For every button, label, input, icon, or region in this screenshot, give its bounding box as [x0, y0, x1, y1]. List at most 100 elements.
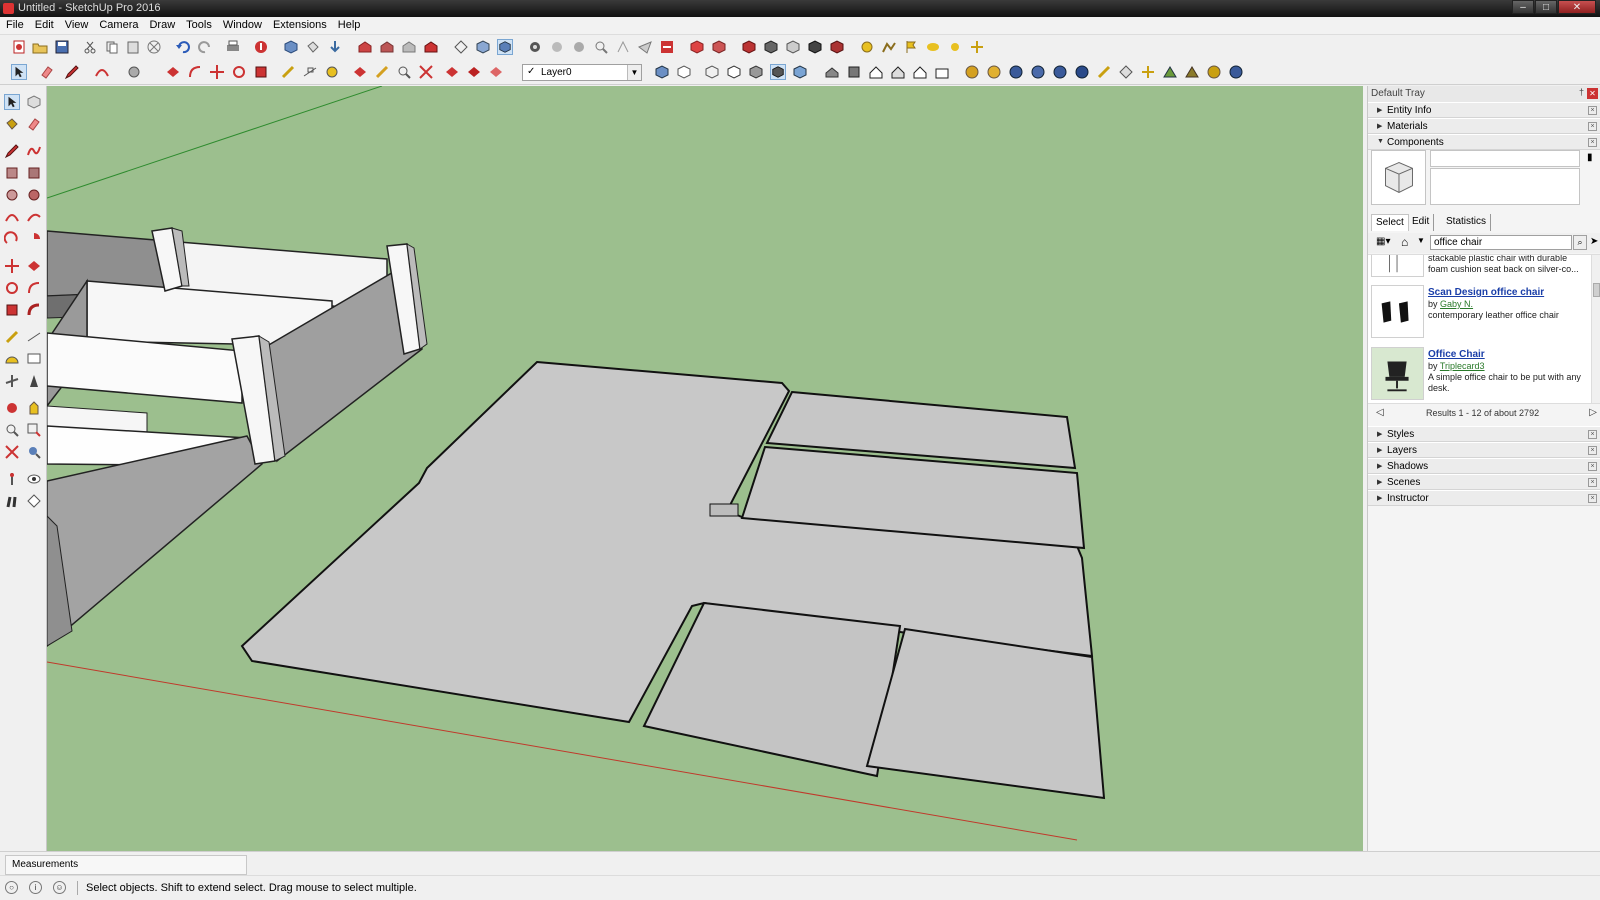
follow-me-tool-icon[interactable]	[26, 280, 42, 296]
zoom-extents-tool-icon[interactable]	[4, 444, 20, 460]
plugin-c-icon[interactable]	[1008, 64, 1024, 80]
zoom-window-icon[interactable]	[396, 64, 412, 80]
photo-texture-icon[interactable]	[925, 39, 941, 55]
plugin-f-icon[interactable]	[1074, 64, 1090, 80]
iso-view-icon[interactable]	[453, 39, 469, 55]
component-search-input[interactable]: office chair	[1430, 235, 1572, 250]
layer-dropdown[interactable]: ✓ Layer0 ▼	[522, 64, 642, 81]
select-tool-icon[interactable]	[4, 94, 20, 110]
scale-tool-icon[interactable]	[4, 302, 20, 318]
results-scrollbar[interactable]	[1591, 255, 1600, 403]
terrain-icon[interactable]	[881, 39, 897, 55]
shaded-icon[interactable]	[785, 39, 801, 55]
view-left-icon[interactable]	[934, 64, 950, 80]
maximize-button[interactable]: □	[1535, 0, 1557, 14]
dimension-icon[interactable]	[302, 64, 318, 80]
home-icon[interactable]: ⌂	[1401, 235, 1408, 249]
tape-measure-icon[interactable]	[280, 64, 296, 80]
plugin-k-icon[interactable]	[1184, 64, 1200, 80]
style-xray-icon[interactable]	[654, 64, 670, 80]
plugin-b-icon[interactable]	[986, 64, 1002, 80]
result-title-link[interactable]: Office Chair	[1428, 349, 1485, 360]
tab-select[interactable]: Select	[1371, 214, 1409, 231]
offset-tool-icon[interactable]	[26, 302, 42, 318]
3d-text-tool-icon[interactable]	[26, 373, 42, 389]
panel-instructor[interactable]: ▶ Instructor ×	[1368, 490, 1600, 506]
open-folder-icon[interactable]	[32, 39, 48, 55]
section-plane-tool-icon[interactable]	[26, 493, 42, 509]
result-item[interactable]: Office Chair by Triplecard3 A simple off…	[1368, 347, 1588, 403]
pie-tool-icon[interactable]	[26, 231, 42, 247]
pan-tool-icon[interactable]	[26, 400, 42, 416]
details-menu-icon[interactable]: ▮	[1587, 152, 1593, 163]
paint-tool-icon[interactable]	[4, 116, 20, 132]
geo-location-status-icon[interactable]: ○	[5, 881, 18, 894]
circle-shape-icon[interactable]	[126, 64, 142, 80]
wireframe-icon[interactable]	[741, 39, 757, 55]
panel-styles[interactable]: ▶ Styles ×	[1368, 426, 1600, 442]
style-monochrome-icon[interactable]	[792, 64, 808, 80]
protractor-icon[interactable]	[324, 64, 340, 80]
scrollbar-thumb[interactable]	[1593, 283, 1600, 297]
close-panel-icon[interactable]: ×	[1588, 494, 1597, 503]
next-page-icon[interactable]: ▷	[1589, 407, 1597, 418]
close-panel-icon[interactable]: ×	[1588, 430, 1597, 439]
result-item[interactable]: stackable plastic chair with durable foa…	[1368, 255, 1588, 283]
eraser-tool-icon[interactable]	[26, 116, 42, 132]
solid-trim-icon[interactable]	[488, 64, 504, 80]
result-thumbnail[interactable]	[1371, 255, 1424, 277]
menu-tools[interactable]: Tools	[180, 17, 217, 34]
arc-icon[interactable]	[94, 64, 110, 80]
style-textured-icon[interactable]	[770, 64, 786, 80]
author-link[interactable]: Triplecard3	[1440, 361, 1485, 371]
arrow-right-icon[interactable]: ➤	[1590, 236, 1598, 247]
result-item[interactable]: Scan Design office chair by Gaby N. cont…	[1368, 285, 1588, 343]
style-hiddenline-icon[interactable]	[726, 64, 742, 80]
search-icon[interactable]: ⌕	[1573, 235, 1587, 250]
extension-warehouse-icon[interactable]	[423, 39, 439, 55]
move-tool-icon[interactable]	[4, 258, 20, 274]
look-around-icon[interactable]	[637, 39, 653, 55]
walk-icon[interactable]	[615, 39, 631, 55]
location-icon[interactable]	[859, 39, 875, 55]
dimension-tool-icon[interactable]	[26, 329, 42, 345]
back-edges-icon[interactable]	[711, 39, 727, 55]
style-backedges-icon[interactable]	[676, 64, 692, 80]
copy-icon[interactable]	[104, 39, 120, 55]
user-status-icon[interactable]: ☺	[53, 881, 66, 894]
menu-window[interactable]: Window	[217, 17, 267, 34]
menu-help[interactable]: Help	[332, 17, 366, 34]
chevron-down-icon[interactable]: ▼	[627, 65, 641, 80]
flag-icon[interactable]	[903, 39, 919, 55]
three-point-arc-tool-icon[interactable]	[4, 231, 20, 247]
undo-icon[interactable]	[175, 39, 191, 55]
cut-icon[interactable]	[82, 39, 98, 55]
navigation-dropdown-icon[interactable]: ▼	[1417, 236, 1425, 245]
measurements-box[interactable]: Measurements	[5, 855, 247, 875]
result-thumbnail[interactable]	[1371, 285, 1424, 338]
panel-components[interactable]: ▼ Components ×	[1368, 134, 1600, 150]
section-plane-icon[interactable]	[659, 39, 675, 55]
circle-tool-icon[interactable]	[4, 187, 20, 203]
view-options-icon[interactable]: ▦▾	[1376, 236, 1390, 247]
close-panel-icon[interactable]: ×	[1588, 138, 1597, 147]
style-wireframe-icon[interactable]	[704, 64, 720, 80]
model-info-icon[interactable]	[253, 39, 269, 55]
close-window-button[interactable]: ✕	[1558, 0, 1596, 14]
top-view-icon[interactable]	[475, 39, 491, 55]
plugin-i-icon[interactable]	[1140, 64, 1156, 80]
orbit-icon[interactable]	[549, 39, 565, 55]
info-status-icon[interactable]: i	[29, 881, 42, 894]
plugin-e-icon[interactable]	[1052, 64, 1068, 80]
paint-bucket-icon[interactable]	[305, 39, 321, 55]
walk-tool-icon[interactable]	[4, 493, 20, 509]
close-panel-icon[interactable]: ×	[1588, 122, 1597, 131]
pencil-icon[interactable]	[64, 64, 80, 80]
move-icon[interactable]	[209, 64, 225, 80]
view-right-icon[interactable]	[890, 64, 906, 80]
close-panel-icon[interactable]: ×	[1588, 106, 1597, 115]
menu-draw[interactable]: Draw	[143, 17, 180, 34]
orbit-tool-icon[interactable]	[4, 400, 20, 416]
tape-measure-tool-icon[interactable]	[4, 329, 20, 345]
shaded-textures-icon[interactable]	[807, 39, 823, 55]
